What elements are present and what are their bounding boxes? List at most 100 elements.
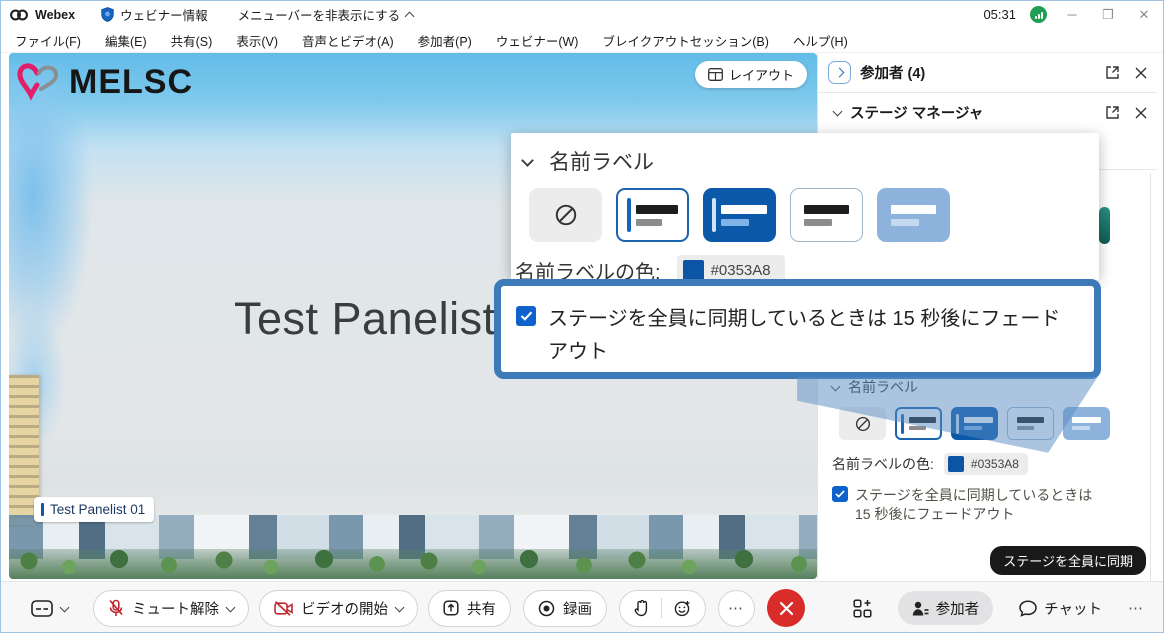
more-panels-button[interactable]: ⋯: [1128, 599, 1145, 617]
popout-icon[interactable]: [1106, 66, 1119, 79]
shield-icon: [101, 7, 114, 22]
more-options-button[interactable]: ⋯: [718, 590, 755, 627]
start-video-button[interactable]: ビデオの開始: [259, 590, 418, 627]
expand-participants-button[interactable]: [828, 61, 851, 84]
participants-toggle-button[interactable]: 参加者: [898, 591, 994, 625]
menu-help[interactable]: ヘルプ(H): [793, 31, 848, 50]
maximize-button[interactable]: ❐: [1097, 7, 1119, 23]
layout-button[interactable]: レイアウト: [695, 61, 807, 88]
chat-toggle-button[interactable]: チャット: [1019, 598, 1102, 619]
stage-thumbnail-edge: [1099, 207, 1110, 244]
chat-toggle-label: チャット: [1044, 598, 1102, 619]
checkbox-checked-icon[interactable]: [832, 486, 848, 502]
hide-menubar-button[interactable]: メニューバーを非表示にする: [238, 5, 414, 24]
meeting-timer: 05:31: [983, 7, 1016, 22]
app-logo-group: Webex: [9, 8, 101, 22]
webinar-info-button[interactable]: ウェビナー情報: [101, 5, 208, 24]
menu-audio-video[interactable]: 音声とビデオ(A): [302, 31, 394, 50]
reactions-icon[interactable]: [674, 600, 691, 617]
brand-name: MELSC: [69, 63, 193, 102]
webinar-info-label: ウェビナー情報: [120, 5, 208, 24]
style-light-plain-button[interactable]: [790, 188, 863, 242]
participants-icon: [912, 601, 929, 616]
color-swatch: [948, 456, 964, 472]
color-picker-chip[interactable]: #0353A8: [944, 453, 1028, 475]
style-light-accent-button[interactable]: [616, 188, 689, 242]
chevron-down-icon: [60, 602, 70, 612]
menu-file[interactable]: ファイル(F): [15, 31, 81, 50]
layout-icon: [708, 68, 723, 81]
stage-participant-name: Test Panelist: [234, 293, 496, 345]
camera-muted-icon: [274, 601, 293, 616]
popup-header[interactable]: 名前ラベル: [511, 133, 1099, 176]
name-label-popup: 名前ラベル 名前ラベルの色: #0353A8: [511, 133, 1099, 280]
record-label: 録画: [563, 598, 592, 619]
record-button[interactable]: 録画: [523, 590, 607, 627]
share-icon: [443, 600, 459, 616]
name-label-badge: Test Panelist 01: [34, 497, 154, 522]
fade-setting-callout: ステージを全員に同期しているときは 15 秒後にフェード アウト: [494, 279, 1101, 379]
chevron-down-icon: [226, 602, 236, 612]
unmute-label: ミュート解除: [132, 598, 219, 619]
color-value: #0353A8: [711, 262, 771, 279]
webex-window: Webex ウェビナー情報 メニューバーを非表示にする 05:31 ─ ❐ ✕ …: [0, 0, 1164, 633]
panel-toggles: 参加者 チャット ⋯: [853, 591, 1163, 625]
none-icon: [854, 415, 872, 433]
color-label: 名前ラベルの色:: [832, 454, 934, 474]
apps-icon[interactable]: [853, 599, 872, 618]
minimize-button[interactable]: ─: [1061, 7, 1083, 22]
menu-share[interactable]: 共有(S): [171, 31, 213, 50]
fade-checkbox-row[interactable]: ステージを全員に同期しているときは 15 秒後にフェードアウト: [818, 475, 1157, 524]
brand-logo: MELSC: [17, 61, 193, 103]
app-name: Webex: [35, 8, 75, 22]
captions-button[interactable]: [31, 600, 68, 617]
menu-participants[interactable]: 参加者(P): [418, 31, 472, 50]
popup-title: 名前ラベル: [549, 146, 654, 176]
leave-x-icon: [779, 601, 794, 616]
name-label-accent-bar: [41, 503, 44, 516]
none-icon: [553, 202, 579, 228]
style-blue-button[interactable]: [703, 188, 776, 242]
connection-quality-icon[interactable]: [1030, 6, 1047, 23]
control-bar: ミュート解除 ビデオの開始 共有 録画 ⋯ 参: [1, 581, 1163, 633]
chat-icon: [1019, 600, 1037, 617]
menubar: ファイル(F) 編集(E) 共有(S) 表示(V) 音声とビデオ(A) 参加者(…: [1, 28, 1163, 53]
menu-edit[interactable]: 編集(E): [105, 31, 147, 50]
style-none-button[interactable]: [529, 188, 602, 242]
checkbox-checked-icon[interactable]: [516, 306, 536, 326]
sync-stage-button[interactable]: ステージを全員に同期: [990, 546, 1146, 575]
chevron-up-icon: [405, 11, 415, 21]
stage-manager-title: ステージ マネージャ: [850, 102, 983, 123]
chevron-right-icon: [835, 68, 845, 78]
menu-webinar[interactable]: ウェビナー(W): [496, 31, 579, 50]
leave-meeting-button[interactable]: [767, 589, 805, 627]
close-panel-icon[interactable]: [1135, 67, 1147, 79]
popout-icon[interactable]: [1106, 106, 1119, 119]
melsc-heart-icon: [17, 61, 63, 103]
chevron-down-icon: [521, 154, 534, 167]
titlebar: Webex ウェビナー情報 メニューバーを非表示にする 05:31 ─ ❐ ✕: [1, 1, 1163, 28]
style-translucent-button[interactable]: [877, 188, 950, 242]
color-swatch: [683, 260, 704, 281]
share-label: 共有: [467, 598, 496, 619]
mic-muted-icon: [108, 599, 124, 617]
color-value: #0353A8: [971, 457, 1019, 471]
participants-title: 参加者 (4): [860, 62, 925, 83]
reactions-pill: [619, 590, 706, 627]
name-label-color-row: 名前ラベルの色: #0353A8: [818, 453, 1157, 475]
start-video-label: ビデオの開始: [301, 598, 388, 619]
close-panel-icon[interactable]: [1135, 107, 1147, 119]
participants-panel-header: 参加者 (4): [818, 53, 1157, 92]
participants-toggle-label: 参加者: [936, 598, 980, 619]
close-window-button[interactable]: ✕: [1133, 7, 1155, 23]
menu-view[interactable]: 表示(V): [236, 31, 278, 50]
unmute-button[interactable]: ミュート解除: [93, 590, 249, 627]
chevron-down-icon: [395, 602, 405, 612]
share-button[interactable]: 共有: [428, 590, 511, 627]
cc-icon: [31, 600, 53, 617]
hide-menubar-label: メニューバーを非表示にする: [238, 5, 401, 24]
raise-hand-icon[interactable]: [634, 600, 649, 617]
menu-breakout[interactable]: ブレイクアウトセッション(B): [602, 31, 768, 50]
chevron-down-icon[interactable]: [833, 107, 843, 117]
city-trees: [9, 549, 817, 579]
